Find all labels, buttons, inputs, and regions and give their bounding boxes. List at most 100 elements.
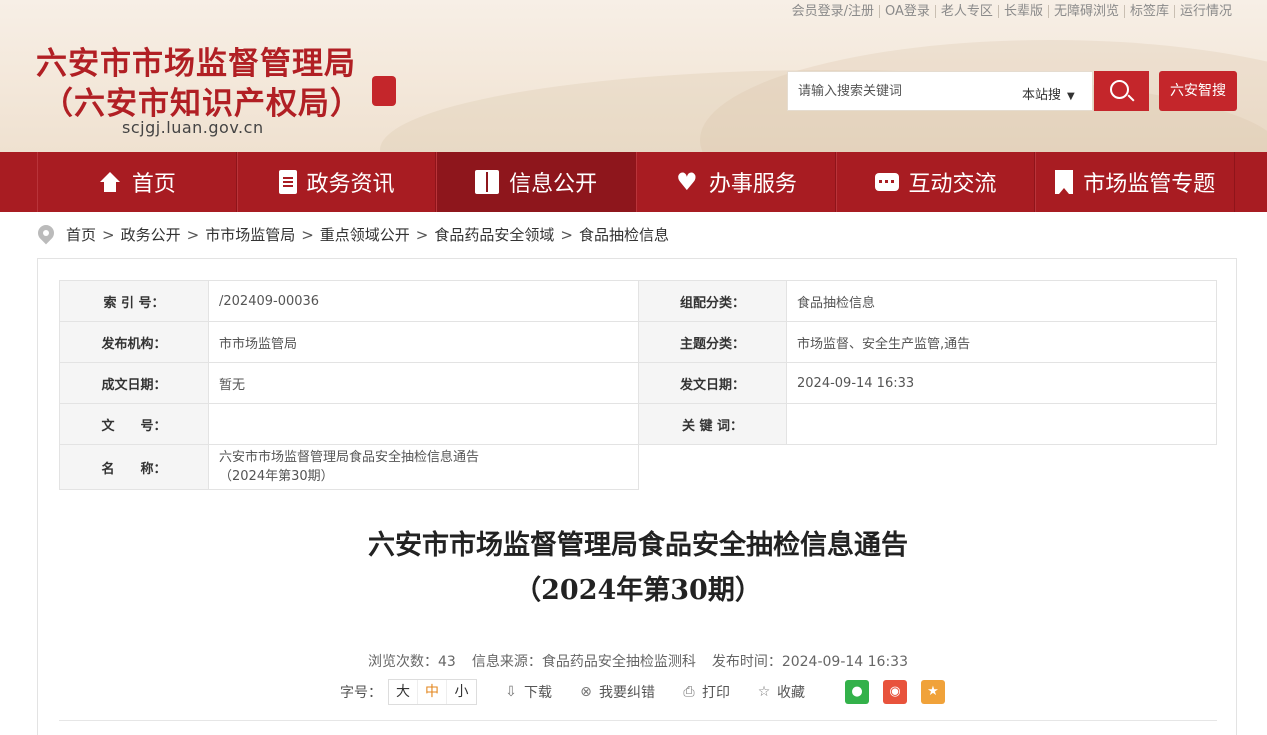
top-link-elderly[interactable]: 老人专区 (934, 5, 998, 18)
report-error-button[interactable]: ⊗ 我要纠错 (578, 682, 655, 702)
search-icon-handle (1127, 94, 1135, 102)
issued-date-label: 发文日期： (638, 362, 787, 404)
nav-item-interaction[interactable]: 互动交流 (835, 152, 1036, 212)
printer-icon: ⎙ (683, 684, 695, 700)
error-icon: ⊗ (580, 684, 592, 700)
nav-item-news[interactable]: 政务资讯 (236, 152, 437, 212)
top-links: 会员登录/注册 OA登录 老人专区 长辈版 无障碍浏览 标签库 运行情况 (787, 5, 1237, 18)
search-scope-label: 本站搜 (1022, 88, 1062, 103)
font-size-small[interactable]: 小 (447, 680, 476, 704)
top-link-login[interactable]: 会员登录/注册 (787, 5, 879, 18)
nav-item-label: 首页 (131, 172, 176, 197)
search-box: 本站搜 ▼ (787, 71, 1093, 111)
nav-item-disclosure[interactable]: 信息公开 (436, 152, 637, 212)
breadcrumb-key-areas[interactable]: 重点领域公开 (320, 226, 410, 244)
report-error-label: 我要纠错 (599, 685, 655, 701)
category-label: 组配分类： (638, 280, 787, 322)
bookmark-icon (1055, 170, 1074, 194)
download-label: 下载 (524, 685, 552, 701)
book-icon (475, 170, 500, 194)
org-name-sub[interactable]: （六安市知识产权局） (42, 78, 362, 123)
breadcrumb-bureau[interactable]: 市市场监管局 (205, 226, 295, 244)
doc-name-value: 六安市市场监督管理局食品安全抽检信息通告 （2024年第30期） (208, 444, 639, 490)
download-button[interactable]: ⇩ 下载 (503, 682, 552, 702)
doc-number-label: 文 号： (59, 403, 209, 445)
divider (59, 720, 1217, 721)
nav-item-label: 政务资讯 (306, 172, 395, 197)
publisher-value: 市市场监管局 (208, 321, 639, 363)
nav-item-services[interactable]: ♥ 办事服务 (636, 152, 836, 212)
topic-value: 市场监督、安全生产监管,通告 (786, 321, 1217, 363)
qzone-share-icon[interactable]: ★ (921, 680, 945, 704)
breadcrumb-separator: > (186, 226, 200, 244)
print-label: 打印 (702, 685, 730, 701)
chat-icon (874, 173, 899, 191)
font-size-label: 字号： (340, 685, 382, 701)
search-button[interactable] (1094, 71, 1149, 111)
breadcrumb-current[interactable]: 食品抽检信息 (579, 226, 669, 244)
nav-item-home[interactable]: 首页 (37, 152, 237, 212)
breadcrumb-home[interactable]: 首页 (66, 226, 96, 244)
breadcrumb-separator: > (560, 226, 573, 244)
info-source: 信息来源：食品药品安全抽检监测科 (471, 654, 696, 670)
star-icon: ☆ (757, 684, 771, 700)
breadcrumb-separator: > (301, 226, 314, 244)
breadcrumb-food-drug[interactable]: 食品药品安全领域 (434, 226, 554, 244)
nav-item-topics[interactable]: 市场监管专题 (1035, 152, 1236, 212)
top-link-senior-version[interactable]: 长辈版 (997, 5, 1048, 18)
font-size-medium[interactable]: 中 (418, 680, 447, 704)
favorite-button[interactable]: ☆ 收藏 (756, 682, 805, 702)
doc-name-line2: （2024年第30期） (219, 469, 334, 484)
nav-item-label: 办事服务 (708, 172, 797, 197)
download-icon: ⇩ (505, 684, 517, 700)
font-size-selector: 大 中 小 (388, 679, 477, 705)
created-date-label: 成文日期： (59, 362, 209, 404)
top-link-accessibility[interactable]: 无障碍浏览 (1047, 5, 1124, 18)
top-link-status[interactable]: 运行情况 (1173, 5, 1237, 18)
font-size-large[interactable]: 大 (389, 680, 418, 704)
created-date-value: 暂无 (208, 362, 639, 404)
article-info: 浏览次数：43 信息来源：食品药品安全抽检监测科 发布时间：2024-09-14 1… (38, 651, 1238, 671)
category-value: 食品抽检信息 (786, 280, 1217, 322)
keywords-value (786, 403, 1217, 445)
issued-date-value: 2024-09-14 16:33 (786, 362, 1217, 404)
top-link-tags[interactable]: 标签库 (1123, 5, 1174, 18)
article-title: 六安市市场监督管理局食品安全抽检信息通告 (368, 530, 908, 561)
nav-item-label: 互动交流 (908, 172, 997, 197)
topic-label: 主题分类： (638, 321, 787, 363)
wechat-share-icon[interactable]: ● (845, 680, 869, 704)
search-scope-select[interactable]: 本站搜 ▼ (1022, 84, 1075, 103)
home-icon (98, 170, 122, 194)
blank-cell (639, 445, 1217, 490)
top-link-oa[interactable]: OA登录 (879, 5, 935, 18)
doc-name-line1: 六安市市场监督管理局食品安全抽检信息通告 (219, 450, 480, 465)
index-number-label: 索 引 号： (59, 280, 209, 322)
article-panel: 索 引 号： /202409-00036 组配分类： 食品抽检信息 发布机构： … (37, 258, 1237, 735)
metadata-table: 索 引 号： /202409-00036 组配分类： 食品抽检信息 发布机构： … (59, 280, 1217, 490)
breadcrumb-gov-open[interactable]: 政务公开 (121, 226, 181, 244)
doc-name-label: 名 称： (59, 444, 209, 490)
heart-icon: ♥ (676, 168, 698, 196)
location-pin-icon (34, 221, 58, 245)
search-input[interactable] (788, 72, 1008, 110)
favorite-label: 收藏 (777, 685, 805, 701)
doc-number-value (208, 403, 639, 445)
weibo-share-icon[interactable]: ◉ (883, 680, 907, 704)
view-count: 浏览次数：43 (368, 654, 456, 670)
search-icon (1110, 80, 1129, 99)
publish-time: 发布时间：2024-09-14 16:33 (711, 654, 908, 670)
nav-item-label: 市场监管专题 (1083, 172, 1216, 197)
breadcrumb-separator: > (102, 226, 115, 244)
publisher-label: 发布机构： (59, 321, 209, 363)
keywords-label: 关 键 词： (638, 403, 787, 445)
breadcrumb-separator: > (415, 226, 429, 244)
smart-search-button[interactable]: 六安智搜 (1159, 71, 1237, 111)
index-number-value: /202409-00036 (208, 280, 639, 322)
article-tools: 字号： 大 中 小 ⇩ 下载 ⊗ 我要纠错 ⎙ 打印 ☆ 收藏 ● ◉ ★ (340, 679, 945, 705)
main-nav: 首页 政务资讯 信息公开 ♥ 办事服务 互动交流 市场监管专题 (0, 152, 1267, 212)
site-header: 会员登录/注册 OA登录 老人专区 长辈版 无障碍浏览 标签库 运行情况 六安市… (0, 0, 1267, 152)
article-subtitle: （2024年第30期） (514, 575, 762, 606)
print-button[interactable]: ⎙ 打印 (681, 682, 730, 702)
org-name[interactable]: 六安市市场监督管理局 (36, 38, 356, 83)
chevron-down-icon: ▼ (1067, 91, 1075, 102)
